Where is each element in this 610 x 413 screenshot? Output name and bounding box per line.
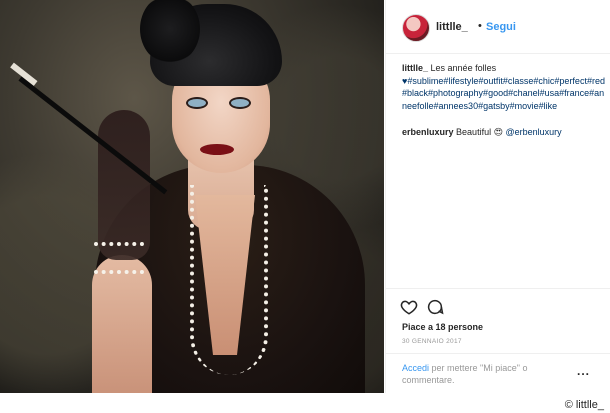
post-actions: Piace a 18 persone 30 gennaio 2017 Acced… (386, 288, 610, 394)
caption-username[interactable]: littlle_ (402, 63, 428, 73)
post-date: 30 gennaio 2017 (402, 338, 462, 345)
caption-hashtags[interactable]: ♥#sublime#lifestyle#outfit#classe#chic#p… (402, 76, 605, 111)
instagram-post: littlle_ • Segui littlle_ Les année foll… (0, 0, 610, 413)
header-username[interactable]: littlle_ (436, 21, 468, 33)
avatar[interactable] (402, 14, 430, 42)
photo-credit: © littlle_ (564, 399, 604, 411)
comment-text: Beautiful 😍 (456, 127, 503, 137)
comment-item: erbenluxury Beautiful 😍 @erbenluxury (402, 126, 605, 138)
post-header: littlle_ • Segui (386, 0, 610, 54)
heart-icon[interactable] (400, 298, 418, 316)
login-link[interactable]: Accedi (402, 363, 429, 373)
header-separator: • (478, 20, 482, 32)
post-photo[interactable] (0, 0, 384, 393)
more-options-button[interactable]: ... (577, 364, 590, 378)
caption-text: Les année folles (430, 63, 497, 73)
login-prompt: Accedi per mettere "Mi piace" o commenta… (386, 353, 610, 395)
comment-icon[interactable] (426, 298, 444, 316)
comment-username[interactable]: erbenluxury (402, 127, 454, 137)
post-caption: littlle_ Les année folles ♥#sublime#life… (402, 62, 605, 112)
comment-mention[interactable]: @erbenluxury (505, 127, 561, 137)
follow-button[interactable]: Segui (486, 21, 516, 33)
likes-count[interactable]: Piace a 18 persone (402, 322, 483, 332)
post-sidebar: littlle_ • Segui littlle_ Les année foll… (385, 0, 610, 393)
